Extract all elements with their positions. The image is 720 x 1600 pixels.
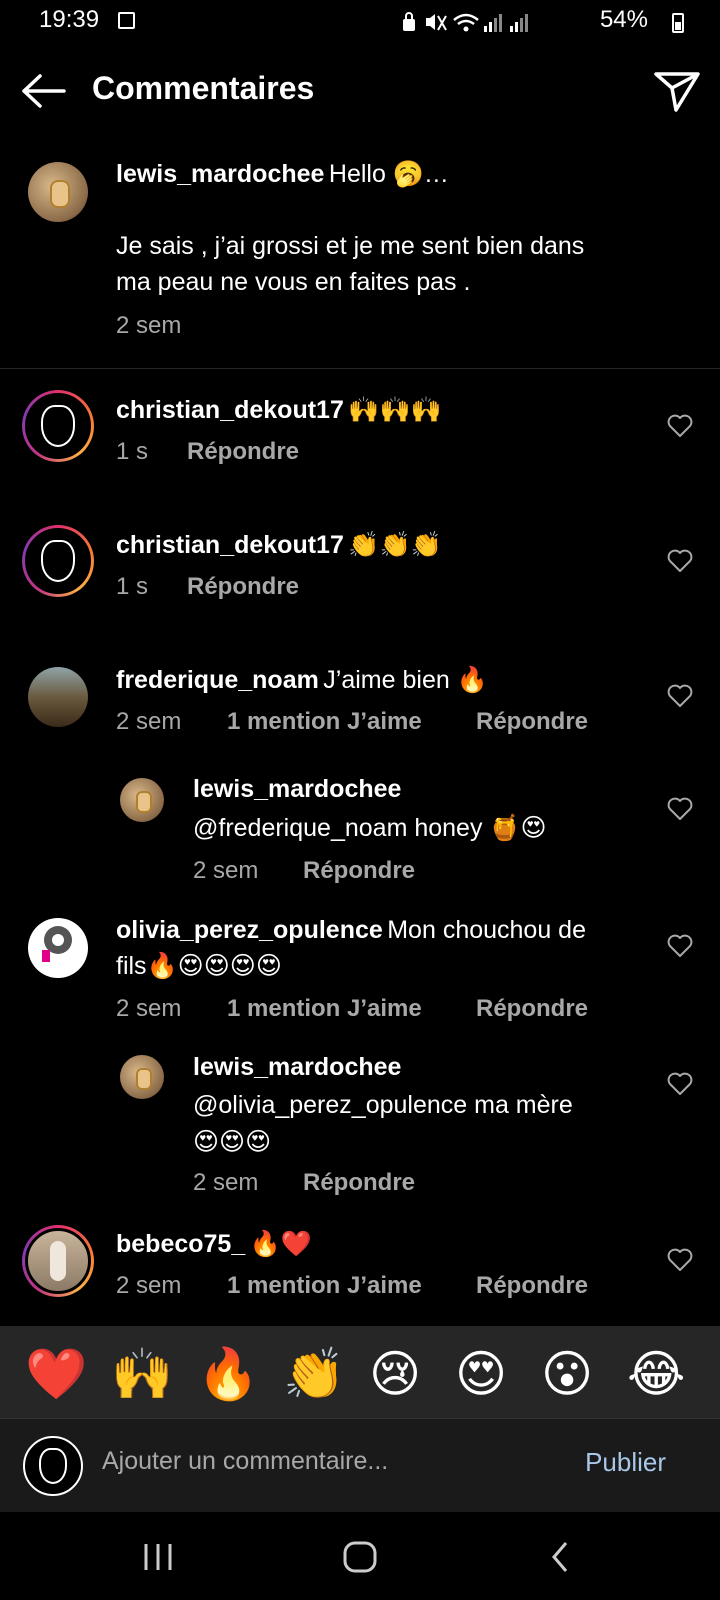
avatar[interactable] bbox=[28, 918, 88, 978]
emoji-laughing[interactable]: 😂 bbox=[627, 1346, 685, 1402]
back-arrow-icon bbox=[22, 74, 66, 108]
reply-button[interactable]: Répondre bbox=[187, 573, 299, 601]
status-icons bbox=[400, 8, 580, 41]
avatar bbox=[23, 1436, 83, 1496]
comment-username[interactable]: olivia_perez_opulence bbox=[116, 916, 383, 944]
comment-input[interactable]: Ajouter un commentaire... bbox=[102, 1447, 388, 1476]
publish-button[interactable]: Publier bbox=[585, 1447, 666, 1478]
reply-button[interactable]: Répondre bbox=[476, 995, 588, 1023]
comment-username[interactable]: christian_dekout17 bbox=[116, 531, 344, 559]
image-icon bbox=[118, 12, 135, 29]
like-heart-icon[interactable] bbox=[667, 1248, 693, 1272]
emoji-heart-eyes[interactable]: 😍 bbox=[455, 1346, 507, 1402]
page-title: Commentaires bbox=[92, 70, 315, 106]
comment-username[interactable]: lewis_mardochee bbox=[193, 775, 401, 804]
likes-count[interactable]: 1 mention J’aime bbox=[227, 995, 422, 1023]
lock-icon bbox=[403, 12, 415, 31]
likes-count[interactable]: 1 mention J’aime bbox=[227, 708, 422, 736]
reply-button[interactable]: Répondre bbox=[303, 1169, 415, 1197]
comment-text-line2: 😍😍😍 bbox=[193, 1128, 272, 1156]
reply-button[interactable]: Répondre bbox=[187, 438, 299, 466]
recent-apps-icon[interactable] bbox=[140, 1542, 176, 1577]
emoji-heart[interactable]: ❤️ bbox=[25, 1346, 87, 1402]
avatar[interactable] bbox=[22, 525, 94, 597]
battery-icon bbox=[672, 13, 684, 33]
emoji-bar: ❤️ 🙌 🔥 👏 😢 😍 😮 😂 bbox=[0, 1326, 720, 1418]
comment-text: J’aime bien 🔥 bbox=[323, 666, 488, 694]
divider bbox=[0, 368, 720, 369]
caption-text-line3: ma peau ne vous en faites pas . bbox=[116, 268, 471, 296]
comment-time: 2 sem bbox=[116, 995, 182, 1022]
comment-time: 1 s bbox=[116, 438, 149, 465]
like-heart-icon[interactable] bbox=[667, 414, 693, 438]
comment-time: 1 s bbox=[116, 573, 149, 600]
comment-username[interactable]: christian_dekout17 bbox=[116, 396, 344, 424]
reply-button[interactable]: Répondre bbox=[303, 857, 415, 885]
status-time: 19:39 bbox=[39, 6, 100, 33]
mute-icon bbox=[426, 14, 447, 31]
comment-username[interactable]: frederique_noam bbox=[116, 666, 319, 694]
list-item: christian_dekout17 🙌🙌🙌 bbox=[116, 392, 442, 428]
back-nav-icon[interactable] bbox=[548, 1540, 572, 1579]
comment-text: 👏👏👏 bbox=[348, 531, 442, 559]
battery-percent: 54% bbox=[599, 6, 648, 33]
navigation-bar bbox=[0, 1512, 720, 1600]
emoji-clap[interactable]: 👏 bbox=[283, 1346, 345, 1402]
likes-count[interactable]: 1 mention J’aime bbox=[227, 1272, 422, 1300]
list-item: olivia_perez_opulence Mon chouchou de bbox=[116, 912, 586, 948]
list-item: christian_dekout17 👏👏👏 bbox=[116, 527, 442, 563]
like-heart-icon[interactable] bbox=[667, 797, 693, 821]
comment-text: 🙌🙌🙌 bbox=[348, 396, 442, 424]
comment-time: 2 sem bbox=[116, 1272, 182, 1299]
emoji-fire[interactable]: 🔥 bbox=[197, 1346, 259, 1402]
comment-text: 🔥❤️ bbox=[249, 1230, 312, 1258]
comment-time: 2 sem bbox=[193, 1169, 259, 1196]
caption-time: 2 sem bbox=[116, 312, 182, 339]
back-button[interactable] bbox=[18, 68, 72, 114]
comment-time: 2 sem bbox=[193, 857, 259, 884]
avatar[interactable] bbox=[28, 667, 88, 727]
avatar[interactable] bbox=[28, 162, 88, 222]
like-heart-icon[interactable] bbox=[667, 684, 693, 708]
like-heart-icon[interactable] bbox=[667, 934, 693, 958]
share-button[interactable] bbox=[650, 66, 704, 116]
comment-username[interactable]: lewis_mardochee bbox=[193, 1053, 401, 1082]
caption-username[interactable]: lewis_mardochee bbox=[116, 160, 324, 188]
emoji-surprised[interactable]: 😮 bbox=[541, 1346, 593, 1402]
caption-text-line2: Je sais , j’ai grossi et je me sent bien… bbox=[116, 232, 585, 260]
comment-username[interactable]: bebeco75_ bbox=[116, 1230, 245, 1258]
comment-text: Mon chouchou de bbox=[387, 916, 586, 944]
comment-text: @frederique_noam honey 🍯😍 bbox=[193, 814, 547, 842]
avatar[interactable] bbox=[120, 778, 164, 822]
home-icon[interactable] bbox=[342, 1541, 378, 1578]
list-item: frederique_noam J’aime bien 🔥 bbox=[116, 662, 488, 698]
emoji-crying[interactable]: 😢 bbox=[369, 1346, 421, 1402]
avatar[interactable] bbox=[22, 390, 94, 462]
comment-text: @olivia_perez_opulence ma mère bbox=[193, 1091, 573, 1119]
reply-button[interactable]: Répondre bbox=[476, 708, 588, 736]
avatar[interactable] bbox=[120, 1055, 164, 1099]
signal-icon bbox=[484, 14, 502, 32]
caption-text: Hello 🥱… bbox=[328, 160, 449, 188]
like-heart-icon[interactable] bbox=[667, 1072, 693, 1096]
comment-time: 2 sem bbox=[116, 708, 182, 735]
like-heart-icon[interactable] bbox=[667, 549, 693, 573]
wifi-icon bbox=[453, 13, 479, 32]
reply-button[interactable]: Répondre bbox=[476, 1272, 588, 1300]
caption-line1: lewis_mardochee Hello 🥱… bbox=[116, 156, 449, 192]
send-icon bbox=[654, 72, 700, 112]
list-item: bebeco75_ 🔥❤️ bbox=[116, 1226, 312, 1262]
comment-text-line2: fils🔥😍😍😍😍 bbox=[116, 952, 282, 980]
emoji-raised-hands[interactable]: 🙌 bbox=[111, 1346, 173, 1402]
avatar[interactable] bbox=[22, 1225, 94, 1297]
signal-icon-2 bbox=[510, 14, 528, 32]
